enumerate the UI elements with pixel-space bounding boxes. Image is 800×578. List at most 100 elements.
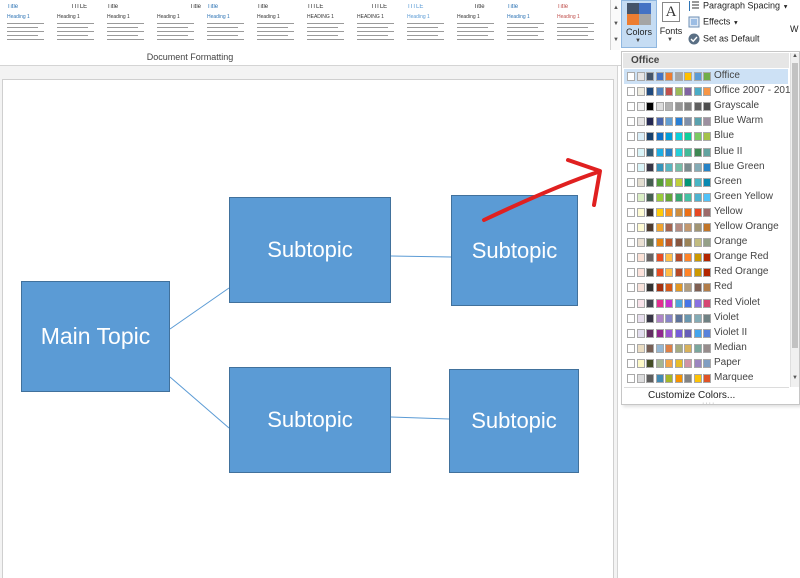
gallery-scrollbar[interactable]: ▲ ▼ ▼ [610,0,620,50]
color-swatch [684,102,692,112]
thumbnail-text-line [307,31,345,32]
thumbnail-text-line [7,31,45,32]
scrollbar-thumb[interactable] [792,63,798,348]
style-set-thumbnail[interactable]: Title Heading 1 [554,2,604,48]
theme-color-option[interactable]: Blue Green [624,160,788,175]
theme-color-option[interactable]: Orange Red [624,250,788,265]
color-swatch [646,358,654,368]
color-swatch [665,253,673,263]
connector-line [169,287,230,330]
set-as-default-button[interactable]: Set as Default [688,33,760,48]
resize-grip-icon[interactable]: ···· [702,400,715,407]
paragraph-spacing-button[interactable]: Paragraph Spacing ▼ [688,0,789,15]
customize-colors-item[interactable]: Customize Colors... [648,390,735,401]
theme-color-option[interactable]: Paper [624,356,788,371]
style-set-thumbnail[interactable]: Title Heading 1 [504,2,554,48]
fonts-button[interactable]: A Fonts ▼ [658,0,684,48]
theme-color-option[interactable]: Red Orange [624,265,788,280]
theme-color-option[interactable]: Violet [624,311,788,326]
color-swatch [655,162,664,172]
theme-color-option[interactable]: Yellow [624,205,788,220]
color-swatch [636,253,645,263]
theme-color-option[interactable]: Green [624,175,788,190]
effects-button[interactable]: Effects ▼ [688,16,739,31]
color-swatch [703,207,711,217]
color-swatch [636,238,645,248]
theme-color-option[interactable]: Marquee [624,371,788,386]
color-swatch [627,72,635,81]
style-set-thumbnail[interactable]: Title Heading 1 [204,2,254,48]
color-swatch [636,192,645,202]
theme-color-option[interactable]: Green Yellow [624,190,788,205]
color-swatch [684,298,692,308]
thumbnail-title: TITLE [70,4,88,10]
theme-color-option[interactable]: Red [624,280,788,295]
theme-color-option[interactable]: Red Violet [624,296,788,311]
dropdown-scrollbar[interactable]: ▲ ▼ [790,53,799,387]
gallery-scroll-up-icon[interactable]: ▲ [612,1,620,15]
theme-color-option[interactable]: Office [624,69,788,84]
style-set-thumbnail[interactable]: TITLE Heading 1 [54,2,104,48]
theme-color-option[interactable]: Blue II [624,145,788,160]
color-swatch [684,117,692,127]
colors-label: Colors [625,27,652,37]
color-swatch [703,238,711,248]
theme-name-label: Paper [714,356,741,368]
color-swatch [665,132,673,142]
subtopic-shape[interactable]: Subtopic [229,367,391,473]
colors-button[interactable]: Colors ▼ [621,0,657,48]
style-set-thumbnail[interactable]: Title Heading 1 [104,2,154,48]
theme-name-label: Red Orange [714,266,769,278]
color-swatch [703,72,711,81]
theme-color-option[interactable]: Blue Warm [624,114,788,129]
scroll-down-icon[interactable]: ▼ [791,375,799,381]
color-swatch [703,343,711,353]
color-swatch [674,87,683,97]
thumbnail-text-line [457,31,495,32]
thumbnail-text-line [407,31,445,32]
thumbnail-text-line [507,27,538,28]
thumbnail-title: TITLE [370,4,388,10]
color-swatch [665,268,673,278]
gallery-scroll-down-icon[interactable]: ▼ [612,17,620,31]
thumbnail-text-line [157,35,188,36]
theme-name-label: Blue Warm [714,115,764,127]
gallery-more-icon[interactable]: ▼ [612,33,620,47]
color-swatch [674,253,683,263]
style-set-thumbnail[interactable]: Title Heading 1 [454,2,504,48]
style-set-thumbnail[interactable]: Title Heading 1 [154,2,204,48]
color-swatch [703,192,711,202]
color-swatch [703,87,711,97]
theme-color-option[interactable]: Office 2007 - 2010 [624,84,796,99]
color-swatch [627,177,635,187]
style-set-thumbnail[interactable]: Title Heading 1 [4,2,54,48]
color-swatch [627,268,635,278]
thumbnail-text-line [257,27,288,28]
theme-color-option[interactable]: Violet II [624,326,788,341]
theme-color-option[interactable]: Yellow Orange [624,220,788,235]
thumbnail-title: Title [507,4,519,10]
scroll-up-icon[interactable]: ▲ [791,53,799,59]
color-swatch [703,117,711,127]
color-swatch [674,162,683,172]
style-set-thumbnail[interactable]: Title Heading 1 [254,2,304,48]
color-swatch [627,207,635,217]
thumbnail-title: Title [7,4,19,10]
style-set-thumbnail[interactable]: TITLE HEADING 1 [354,2,404,48]
color-swatch [684,358,692,368]
theme-color-option[interactable]: Grayscale [624,99,788,114]
color-swatch [703,102,711,112]
thumbnail-title: Title [473,4,485,10]
theme-color-option[interactable]: Blue [624,129,788,144]
theme-color-option[interactable]: Orange [624,235,788,250]
subtopic-shape[interactable]: Subtopic [229,197,391,303]
chevron-down-icon: ▼ [635,38,641,44]
style-set-thumbnail[interactable]: TITLE Heading 1 [404,2,454,48]
main-topic-shape[interactable]: Main Topic [21,281,170,392]
subtopic-shape[interactable]: Subtopic [449,369,579,473]
color-swatch [655,343,664,353]
color-swatch [693,268,702,278]
theme-name-label: Office 2007 - 2010 [714,85,797,97]
theme-color-option[interactable]: Median [624,341,788,356]
style-set-thumbnail[interactable]: TITLE HEADING 1 [304,2,354,48]
